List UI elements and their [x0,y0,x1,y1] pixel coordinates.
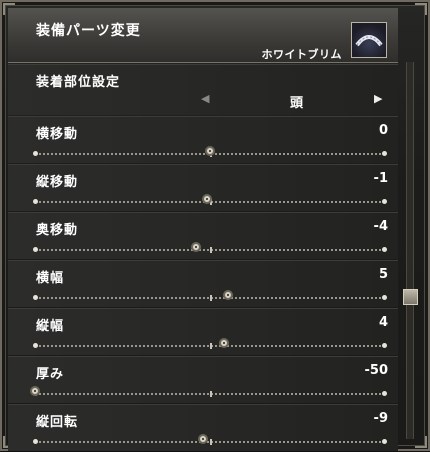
scrollbar-thumb[interactable] [403,289,418,306]
slider-knob[interactable] [222,290,233,300]
adjustment-slider[interactable] [33,194,387,207]
slider-center-marker [210,439,212,445]
slider-label: 奥移動 [36,223,79,238]
slider-center-marker [210,295,212,301]
scrollbar-track[interactable] [406,62,414,439]
slider-label: 縦回転 [36,415,79,430]
slider-row[interactable]: 縦回転 -9 [8,404,398,451]
adjustment-slider[interactable] [33,434,387,447]
slider-value: -1 [373,171,388,186]
slider-value: -9 [373,411,388,426]
slider-label: 縦移動 [36,175,79,190]
frame-corner-ornament [415,3,427,15]
slider-min-marker [33,151,38,156]
slider-value: -4 [373,219,388,234]
next-arrow-icon[interactable]: ▶ [374,92,382,105]
panel-header: 装備パーツ変更 ホワイトブリム [8,8,398,63]
slider-knob[interactable] [205,146,215,156]
slider-value: 5 [378,267,388,282]
slider-center-marker [210,247,212,253]
slider-center-marker [210,391,212,397]
part-selector-value: 頭 [290,96,304,111]
adjustment-slider[interactable] [33,242,387,255]
slider-max-marker [382,343,387,348]
slider-knob[interactable] [198,434,208,444]
slider-row[interactable]: 横移動 0 [8,116,398,163]
slider-center-marker [210,343,212,349]
equipped-item-name: ホワイトブリム [261,48,342,61]
adjustment-slider[interactable] [33,338,387,351]
slider-knob[interactable] [219,338,229,348]
slider-knob[interactable] [201,194,212,204]
slider-row[interactable]: 横幅 5 [8,260,398,307]
slider-max-marker [382,391,387,396]
slider-min-marker [33,247,38,252]
adjustment-slider[interactable] [33,146,387,159]
slider-min-marker [33,439,38,444]
previous-arrow-icon[interactable]: ◀ [201,92,209,105]
slider-min-marker [33,343,38,348]
slider-row[interactable]: 縦幅 4 [8,308,398,355]
adjustment-list: 装着部位設定 ◀ 頭 ▶ 横移動 0 縦移動 -1 奥移動 -4 横幅 5 縦幅 4 厚み -50 縦回… [8,64,398,452]
part-selector-label: 装着部位設定 [36,75,121,90]
slider-label: 縦幅 [36,319,65,334]
slider-label: 厚み [36,367,65,382]
part-selector-row[interactable]: 装着部位設定 ◀ 頭 ▶ [8,64,398,115]
frame-corner-ornament [415,436,427,448]
slider-value: -50 [364,363,389,378]
slider-max-marker [382,439,387,444]
slider-row[interactable]: 奥移動 -4 [8,212,398,259]
slider-row[interactable]: 厚み -50 [8,356,398,403]
slider-label: 横幅 [36,271,65,286]
slider-knob[interactable] [191,242,201,252]
slider-label: 横移動 [36,127,79,142]
panel-title: 装備パーツ変更 [36,23,141,39]
adjustment-slider[interactable] [30,386,387,399]
slider-max-marker [382,199,387,204]
slider-max-marker [382,151,387,156]
headdress-icon [351,22,387,58]
slider-min-marker [33,199,38,204]
slider-min-marker [33,295,38,300]
slider-value: 4 [378,315,388,330]
slider-value: 0 [378,123,388,138]
slider-max-marker [382,295,387,300]
slider-row[interactable]: 縦移動 -1 [8,164,398,211]
slider-knob[interactable] [30,386,40,396]
slider-max-marker [382,247,387,252]
adjustment-slider[interactable] [33,290,387,303]
